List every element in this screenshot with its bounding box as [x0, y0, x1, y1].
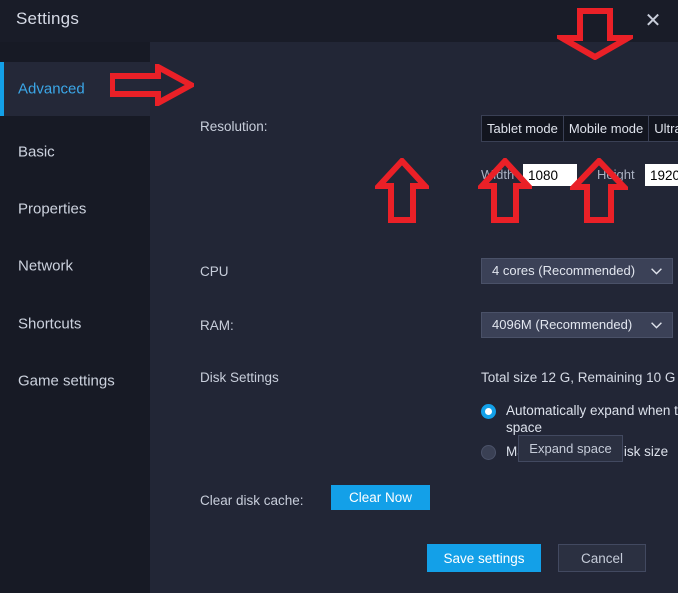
sidebar-item-network[interactable]: Network [0, 239, 150, 293]
width-label: Width [481, 167, 515, 182]
disk-settings-label: Disk Settings [200, 370, 279, 385]
sidebar-item-basic[interactable]: Basic [0, 125, 150, 179]
cancel-button[interactable]: Cancel [558, 544, 646, 572]
settings-window: Settings ✕ Advanced Basic Properties Net… [0, 0, 678, 593]
sidebar-item-label: Network [18, 257, 74, 275]
sidebar-item-label: Properties [18, 200, 87, 218]
resolution-mode-ultrawide[interactable]: Ultra wide [648, 116, 678, 141]
chevron-down-icon [651, 268, 662, 275]
sidebar: Advanced Basic Properties Network Shortc… [0, 42, 150, 593]
sidebar-item-label: Advanced [18, 80, 85, 98]
cpu-label: CPU [200, 264, 229, 279]
resolution-mode-tablet[interactable]: Tablet mode [482, 116, 563, 141]
active-indicator [0, 62, 4, 116]
resolution-label: Resolution: [200, 119, 268, 134]
radio-auto-expand[interactable] [481, 404, 496, 419]
height-label: Height [597, 167, 635, 182]
window-title: Settings [16, 9, 80, 28]
resolution-mode-mobile[interactable]: Mobile mode [562, 116, 648, 141]
width-input[interactable] [523, 164, 577, 186]
sidebar-item-properties[interactable]: Properties [0, 182, 150, 236]
resolution-mode-group: Tablet mode Mobile mode Ultra wide Custo… [481, 115, 678, 142]
title-bar: Settings ✕ [0, 0, 678, 42]
content-panel: Resolution: Tablet mode Mobile mode Ultr… [150, 42, 678, 593]
sidebar-item-advanced[interactable]: Advanced [0, 62, 150, 116]
sidebar-item-label: Basic [18, 143, 55, 161]
cpu-dropdown[interactable]: 4 cores (Recommended) [481, 258, 673, 284]
height-input[interactable] [645, 164, 678, 186]
ram-dropdown-value: 4096M (Recommended) [492, 317, 633, 332]
clear-now-button[interactable]: Clear Now [331, 485, 430, 510]
clear-disk-cache-label: Clear disk cache: [200, 493, 304, 508]
sidebar-item-shortcuts[interactable]: Shortcuts [0, 297, 150, 351]
radio-manual-manage[interactable] [481, 445, 496, 460]
save-settings-button[interactable]: Save settings [427, 544, 541, 572]
height-field-group: Height [597, 164, 678, 186]
ram-label: RAM: [200, 318, 234, 333]
ram-dropdown[interactable]: 4096M (Recommended) [481, 312, 673, 338]
cpu-dropdown-value: 4 cores (Recommended) [492, 263, 636, 278]
close-icon[interactable]: ✕ [636, 4, 670, 38]
sidebar-item-game-settings[interactable]: Game settings [0, 354, 150, 408]
sidebar-item-label: Game settings [18, 372, 115, 390]
disk-option-auto-label: Automatically expand when there is not e… [506, 403, 678, 435]
chevron-down-icon [651, 322, 662, 329]
disk-size-info: Total size 12 G, Remaining 10 G [481, 370, 676, 385]
expand-space-button[interactable]: Expand space [518, 435, 623, 462]
width-field-group: Width [481, 164, 577, 186]
sidebar-item-label: Shortcuts [18, 315, 82, 333]
